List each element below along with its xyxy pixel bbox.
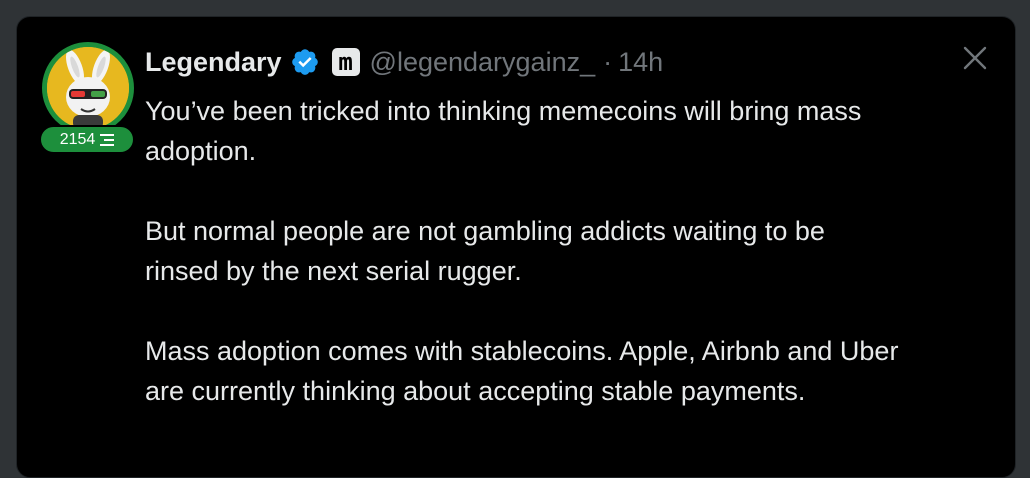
tweet-card[interactable]: 2154 Legendary m @legendarygainz_ · 14h … xyxy=(16,16,1016,478)
affiliate-badge-letter: m xyxy=(338,48,353,76)
separator-dot: · xyxy=(603,46,613,77)
verified-checkmark-icon[interactable] xyxy=(290,47,320,77)
author-name[interactable]: Legendary xyxy=(145,47,282,78)
tweet-paragraph: Mass adoption comes with stablecoins. Ap… xyxy=(145,336,899,406)
avatar[interactable] xyxy=(42,42,134,134)
avatar-container[interactable] xyxy=(42,42,138,138)
affiliate-badge-icon[interactable]: m xyxy=(331,48,360,76)
author-handle[interactable]: @legendarygainz_ xyxy=(370,47,596,78)
tweet-paragraph: You’ve been tricked into thinking memeco… xyxy=(145,96,862,166)
tweet-header: Legendary m @legendarygainz_ · 14h xyxy=(145,44,663,80)
level-badge-value: 2154 xyxy=(59,130,96,148)
tweet-text: You’ve been tricked into thinking memeco… xyxy=(145,91,905,411)
close-icon[interactable] xyxy=(962,45,988,71)
avatar-image xyxy=(47,47,129,129)
level-badge[interactable]: 2154 xyxy=(39,125,135,154)
timestamp[interactable]: 14h xyxy=(618,47,663,78)
level-bars-icon xyxy=(100,133,115,146)
tweet-paragraph: But normal people are not gambling addic… xyxy=(145,216,825,286)
